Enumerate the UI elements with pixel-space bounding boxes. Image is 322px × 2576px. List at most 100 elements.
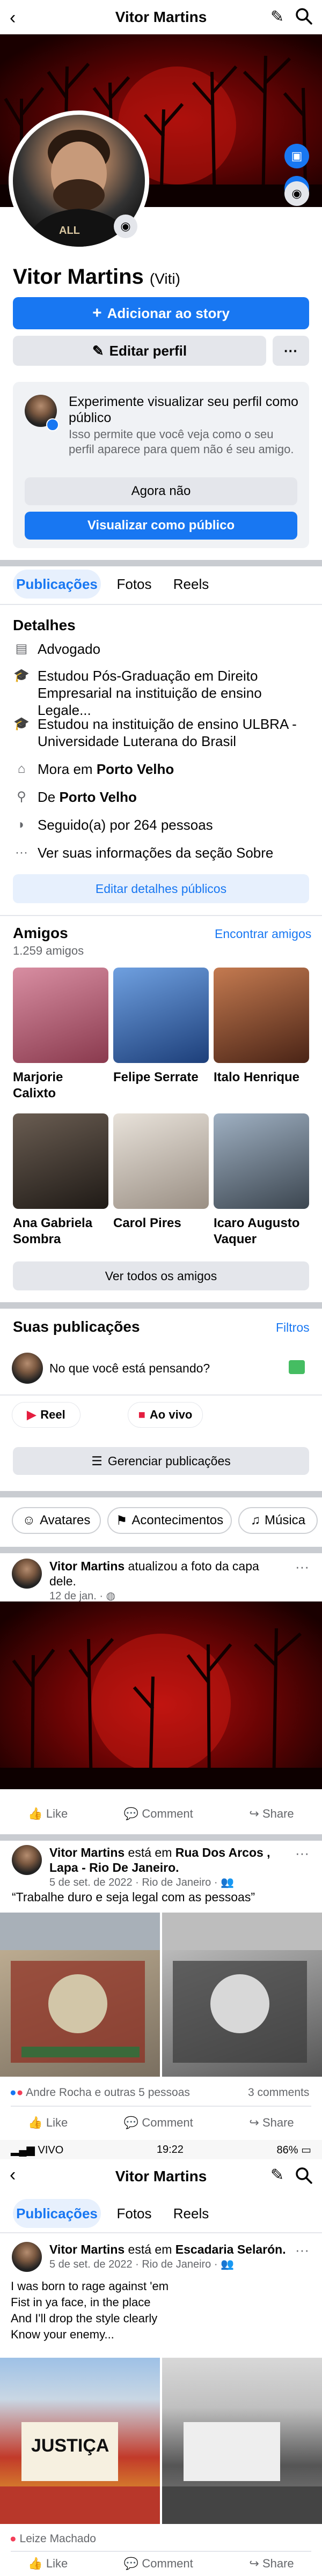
battery-text: 86% [276,2144,298,2156]
chip-music[interactable]: ♫ Música [238,1507,318,1534]
friend-card[interactable]: Felipe Serrate [113,968,209,1086]
post3-photo-color[interactable]: JUSTIÇA [0,2358,160,2524]
find-friends-link[interactable]: Encontrar amigos [215,927,311,941]
detail-followers[interactable]: ◗ Seguido(a) por 264 pessoas [13,816,213,833]
post-time[interactable]: 5 de set. de 2022 · Rio de Janeiro · [49,2258,221,2270]
share-button[interactable]: ↪ Share [249,2116,294,2130]
tab-posts[interactable]: Publicações [13,2199,101,2228]
edit-public-details-button[interactable]: Editar detalhes públicos [13,874,309,903]
see-about-link[interactable]: ··· Ver suas informações da seção Sobre [13,844,273,861]
like-button[interactable]: 👍 Like [28,1807,68,1821]
friend-card[interactable]: Carol Pires [113,1113,209,1231]
status-bar: ▂▄▆ VIVO 19:22 86% ▭ [0,2140,322,2159]
chip-life-events[interactable]: ⚑ Acontecimentos [107,1507,232,1534]
reel-label: Reel [40,1408,65,1421]
friend-card[interactable]: Icaro Augusto Vaquer [214,1113,309,1248]
reactions-summary[interactable]: ●● Andre Rocha e outras 5 pessoas [10,2086,190,2099]
detail-education-1[interactable]: 🎓 Estudou Pós-Graduação em Direito Empres… [13,667,309,719]
post-photo-color[interactable] [0,1913,160,2077]
detail-lives-in[interactable]: ⌂ Mora em Porto Velho [13,761,174,778]
post-photo-bw[interactable] [162,1913,322,2077]
post-place[interactable]: Escadaria Selarón. [175,2242,286,2256]
edit-pen-icon[interactable]: ✎ [270,8,284,26]
reactions-summary[interactable]: ● Leize Machado [10,2533,96,2545]
detail-education-2[interactable]: 🎓 Estudou na instituição de ensino ULBRA … [13,715,309,750]
post-cover-photo[interactable] [0,1601,322,1789]
post-header: Vitor Martins está em Escadaria Selarón.… [12,2242,296,2272]
post-more-icon[interactable]: ··· [295,1559,309,1575]
post-author[interactable]: Vitor Martins [49,1559,125,1573]
post-avatar[interactable] [12,1845,42,1875]
post-author[interactable]: Vitor Martins [49,2242,125,2256]
avatar-camera-icon[interactable]: ◉ [114,215,137,238]
see-about-text: Ver suas informações da seção Sobre [38,845,274,861]
post-time[interactable]: 5 de set. de 2022 · Rio de Janeiro · [49,1877,221,1888]
post-avatar[interactable] [12,2242,42,2272]
detail-lives-in-prefix: Mora em [38,761,97,777]
view-as-public-button[interactable]: Visualizar como público [25,512,297,540]
tab-reels[interactable]: Reels [164,2199,218,2228]
detail-education-2-text: Estudou na instituição de ensino ULBRA -… [38,716,297,749]
camera-icon[interactable]: ◉ [284,181,309,206]
not-now-label: Agora não [131,484,191,498]
share-label: Share [262,2116,294,2129]
tab-posts[interactable]: Publicações [13,570,101,599]
post-time[interactable]: 12 de jan. · [49,1590,106,1602]
composer-divider [0,1394,322,1396]
post-text-line: Fist in ya face, in the place [11,2295,151,2309]
more-options-button[interactable]: ··· [273,336,309,366]
photo-icon[interactable] [289,1360,305,1374]
back-arrow-icon[interactable]: ‹ [10,2165,16,2186]
friend-card[interactable]: Marjorie Calixto [13,968,108,1102]
post3-photo-bw[interactable] [162,2358,322,2524]
post-text: “Trabalhe duro e seja legal com as pesso… [12,1890,255,1904]
tab-reels[interactable]: Reels [164,570,218,599]
gallery-icon[interactable]: ▣ [284,144,309,168]
chip-avatars[interactable]: ☺ Avatares [12,1507,101,1534]
reel-button[interactable]: ▶ Reel [12,1402,80,1428]
comment-button[interactable]: 💬 Comment [124,2557,193,2571]
like-label: Like [46,1807,68,1820]
comments-count[interactable]: 3 comments [248,2086,309,2099]
post-more-icon[interactable]: ··· [295,1845,309,1862]
tabs-divider [0,2232,322,2233]
like-button[interactable]: 👍 Like [28,2116,68,2130]
svg-text:ALL: ALL [59,225,80,237]
composer-input[interactable]: No que você está pensando? [49,1361,210,1376]
see-all-friends-label: Ver todos os amigos [105,1268,217,1283]
see-all-friends-button[interactable]: Ver todos os amigos [13,1261,309,1290]
globe-icon: ◍ [106,1590,116,1602]
add-story-label: Adicionar ao story [107,305,230,321]
status-time: 19:22 [156,2143,184,2156]
rss-icon: ◗ [17,817,26,832]
comment-label: Comment [142,1807,193,1820]
graduation-icon: 🎓 [13,668,30,683]
details-divider [0,915,322,916]
comment-button[interactable]: 💬 Comment [124,1807,193,1821]
friend-card[interactable]: Ana Gabriela Sombra [13,1113,108,1248]
back-arrow-icon[interactable]: ‹ [10,8,16,28]
friend-card[interactable]: Italo Henrique [214,968,309,1086]
search-icon[interactable] [294,2166,313,2188]
manage-posts-button[interactable]: ☰ Gerenciar publicações [13,1447,309,1475]
share-button[interactable]: ↪ Share [249,1807,294,1821]
tab-photos[interactable]: Fotos [107,570,161,599]
filters-link[interactable]: Filtros [276,1320,310,1335]
post-avatar[interactable] [12,1559,42,1589]
share-button[interactable]: ↪ Share [249,2557,294,2571]
post-more-icon[interactable]: ··· [295,2242,309,2258]
search-icon[interactable] [294,6,313,28]
add-story-button[interactable]: + Adicionar ao story [13,297,309,329]
tab-photos[interactable]: Fotos [107,2199,161,2228]
not-now-button[interactable]: Agora não [25,477,297,505]
live-button[interactable]: ■ Ao vivo [128,1402,203,1428]
comment-button[interactable]: 💬 Comment [124,2116,193,2130]
profile-name: Vitor Martins (Viti) [13,265,180,289]
like-button[interactable]: 👍 Like [28,2557,68,2571]
edit-pen-icon[interactable]: ✎ [270,2166,284,2184]
edit-profile-button[interactable]: ✎ Editar perfil [13,336,266,366]
friend-photo [113,1113,209,1209]
detail-occupation-text: Advogado [38,641,101,657]
post-author[interactable]: Vitor Martins [49,1846,125,1859]
detail-from[interactable]: ⚲ De Porto Velho [13,788,137,806]
